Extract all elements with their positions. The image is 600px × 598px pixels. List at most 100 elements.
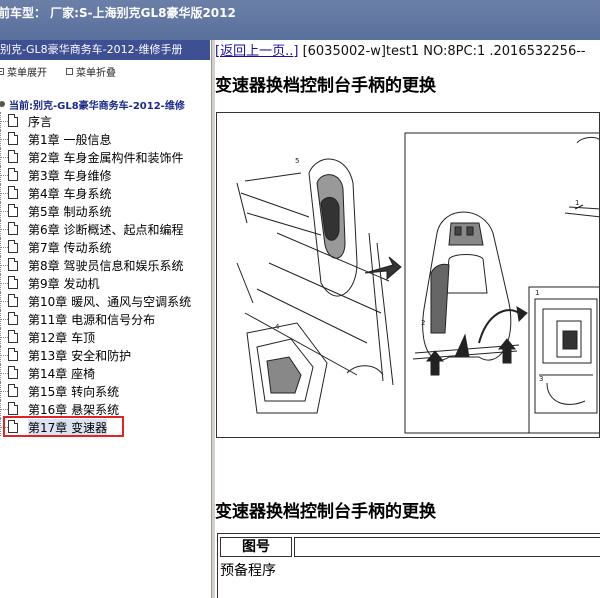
tree-connector-branch: [0, 265, 8, 266]
tree-item-chapter[interactable]: 第12章 车顶: [0, 328, 212, 346]
tree-item-chapter[interactable]: 第13章 安全和防护: [0, 346, 212, 364]
document-icon: [8, 240, 18, 253]
tree-connector-branch: [0, 229, 8, 230]
tree-item-chapter[interactable]: 第11章 电源和信号分布: [0, 310, 212, 328]
root-node-icon: [0, 101, 5, 107]
document-icon: [8, 330, 18, 343]
tree-item-chapter[interactable]: 第6章 诊断概述、起点和编程: [0, 220, 212, 238]
tree-connector-branch: [0, 121, 8, 122]
callout-1-top: 1: [575, 199, 579, 207]
tree-item-chapter[interactable]: 第2章 车身金属构件和装饰件: [0, 148, 212, 166]
left-drawing: [236, 158, 402, 414]
expand-menu-button[interactable]: 菜单展开: [0, 64, 47, 79]
document-icon: [8, 348, 18, 361]
selection-highlight-box: [3, 416, 124, 437]
tree-item-label: 第6章 诊断概述、起点和编程: [28, 223, 184, 237]
illustration-drawing: 5 4 1 2 1 3: [236, 132, 600, 434]
tree-item-chapter[interactable]: 第4章 车身系统: [0, 184, 212, 202]
callout-4: 4: [275, 323, 280, 331]
procedure-table: 图号 预备程序: [217, 533, 600, 598]
document-icon: [8, 294, 18, 307]
tree-connector-branch: [0, 193, 8, 194]
tree-item-label: 第1章 一般信息: [28, 133, 112, 147]
tree-connector-branch: [0, 409, 8, 410]
document-header-line: [返回上一页..] [6035002-w]test1 NO:8PC:1 .201…: [215, 40, 600, 62]
collapse-menu-label: 菜单折叠: [76, 68, 116, 79]
document-meta: [6035002-w]test1 NO:8PC:1 .2016532256--: [302, 44, 586, 59]
window-title-bar: 前车型： 厂家:S-上海别克GL8豪华版2012: [0, 0, 600, 40]
manual-title-header: 别克-GL8豪华商务车-2012-维修手册: [0, 40, 210, 60]
tree-item-chapter[interactable]: 序言: [0, 112, 212, 130]
tree-connector-branch: [0, 211, 8, 212]
tree-connector-branch: [0, 373, 8, 374]
tree-item-chapter[interactable]: 第9章 发动机: [0, 274, 212, 292]
tree-item-label: 第15章 转向系统: [28, 385, 120, 399]
tree-item-chapter[interactable]: 第5章 制动系统: [0, 202, 212, 220]
collapse-icon: [66, 68, 73, 75]
tree-item-label: 第7章 传动系统: [28, 241, 112, 255]
chapter-tree: 序言第1章 一般信息第2章 车身金属构件和装饰件 第3章 车身维修 第4章 车身系统…: [0, 112, 212, 437]
tree-item-chapter[interactable]: 第3章 车身维修: [0, 166, 212, 184]
tree-connector-branch: [0, 391, 8, 392]
tree-item-label: 第8章 驾驶员信息和娱乐系统: [28, 259, 184, 273]
tree-item-chapter[interactable]: 第1章 一般信息: [0, 130, 212, 148]
tree-root-node[interactable]: 当前:别克-GL8豪华商务车-2012-维修: [0, 96, 185, 112]
tree-item-label: 第5章 制动系统: [28, 205, 112, 219]
callout-5: 5: [295, 157, 299, 165]
tree-item-label: 第9章 发动机: [28, 277, 100, 291]
document-icon: [8, 150, 18, 163]
tree-item-label: 第10章 暖风、通风与空调系统: [28, 295, 192, 309]
tree-item-chapter[interactable]: 第7章 传动系统: [0, 238, 212, 256]
table-body-preparation: 预备程序: [220, 563, 276, 579]
tree-item-label: 第14章 座椅: [28, 367, 96, 381]
tree-connector-branch: [0, 337, 8, 338]
tree-connector-branch: [0, 355, 8, 356]
document-pane: [返回上一页..] [6035002-w]test1 NO:8PC:1 .201…: [215, 40, 600, 598]
tree-item-chapter[interactable]: 第14章 座椅: [0, 364, 212, 382]
table-header-figure-number: 图号: [220, 537, 292, 557]
tree-item-label: 第11章 电源和信号分布: [28, 313, 156, 327]
document-icon: [8, 186, 18, 199]
tree-item-chapter[interactable]: 第10章 暖风、通风与空调系统: [0, 292, 212, 310]
tree-root-label: 当前:别克-GL8豪华商务车-2012-维修: [9, 100, 185, 112]
document-icon: [8, 222, 18, 235]
document-icon: [8, 204, 18, 217]
tree-item-label: 序言: [28, 115, 53, 129]
document-icon: [8, 312, 18, 325]
document-icon: [8, 168, 18, 181]
tree-connector-branch: [0, 157, 8, 158]
tree-connector-branch: [0, 175, 8, 176]
tree-item-chapter[interactable]: 第8章 驾驶员信息和娱乐系统: [0, 256, 212, 274]
procedure-illustration: 5 4 1 2 1 3: [216, 112, 600, 438]
procedure-heading-top: 变速器换档控制台手柄的更换: [215, 76, 436, 96]
callout-3: 3: [539, 375, 543, 383]
document-icon: [8, 366, 18, 379]
document-icon: [8, 258, 18, 271]
callout-2: 2: [421, 319, 425, 327]
expand-menu-label: 菜单展开: [7, 68, 47, 79]
document-icon: [8, 276, 18, 289]
tree-item-label: 第12章 车顶: [28, 331, 96, 345]
tree-connector-branch: [0, 319, 8, 320]
tree-connector-branch: [0, 283, 8, 284]
tree-connector-branch: [0, 247, 8, 248]
tree-item-label: 第3章 车身维修: [28, 169, 112, 183]
tree-connector-branch: [0, 301, 8, 302]
back-link[interactable]: [返回上一页..]: [215, 44, 298, 59]
document-icon: [8, 114, 18, 127]
navigation-pane: 别克-GL8豪华商务车-2012-维修手册 菜单展开 菜单折叠 当前:别克-GL…: [0, 40, 212, 598]
procedure-heading-bottom: 变速器换档控制台手柄的更换: [215, 502, 436, 522]
tree-item-label: 第4章 车身系统: [28, 187, 112, 201]
callout-1-inset: 1: [535, 289, 539, 297]
table-header-empty-cell: [294, 537, 600, 557]
tree-item-label: 第13章 安全和防护: [28, 349, 132, 363]
tree-item-chapter[interactable]: 第17章 变速器: [0, 416, 212, 437]
document-icon: [8, 132, 18, 145]
tree-toolbar: 菜单展开 菜单折叠: [0, 62, 210, 80]
right-drawing: 1 2 1 3: [404, 132, 600, 434]
window-title: 前车型： 厂家:S-上海别克GL8豪华版2012: [0, 6, 236, 20]
tree-item-label: 第2章 车身金属构件和装饰件: [28, 151, 184, 165]
collapse-menu-button[interactable]: 菜单折叠: [66, 64, 116, 79]
document-icon: [8, 402, 18, 415]
tree-item-chapter[interactable]: 第15章 转向系统: [0, 382, 212, 400]
